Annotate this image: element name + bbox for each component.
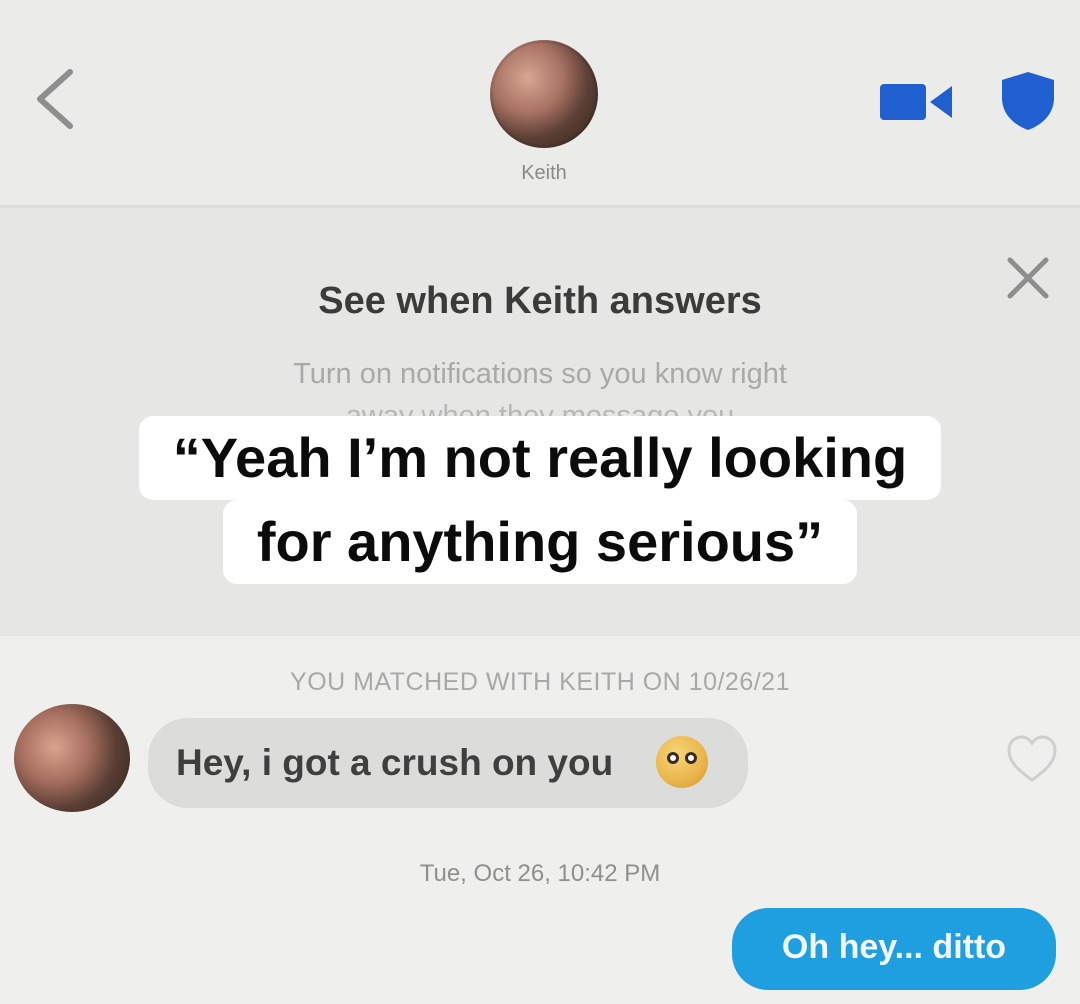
banner-title: See when Keith answers: [318, 280, 762, 322]
message-timestamp: Tue, Oct 26, 10:42 PM: [419, 860, 661, 887]
caption-line-1: “Yeah I’m not really looking: [138, 416, 942, 500]
outgoing-message-text: Oh hey... ditto: [781, 928, 1007, 966]
back-button[interactable]: [28, 66, 88, 132]
incoming-message-text: Hey, i got a crush on you: [176, 742, 614, 783]
like-message-button[interactable]: [1006, 734, 1058, 784]
match-note: YOU MATCHED WITH KEITH ON 10/26/21: [290, 668, 790, 696]
safety-shield-button[interactable]: [1000, 70, 1056, 132]
shield-icon: [1002, 72, 1054, 130]
banner-subtitle: Turn on notifications so you know right: [293, 358, 787, 390]
contact-avatar[interactable]: [490, 40, 598, 148]
video-call-button[interactable]: [880, 80, 952, 124]
sender-avatar[interactable]: [14, 704, 130, 812]
caption-line-2: for anything serious”: [222, 500, 858, 584]
flushed-face-emoji-icon: [656, 736, 708, 788]
heart-icon: [1007, 735, 1057, 782]
chevron-left-icon: [37, 69, 73, 129]
contact-name: Keith: [521, 162, 567, 184]
video-camera-icon: [880, 84, 952, 120]
overlay-caption: “Yeah I’m not really looking for anythin…: [0, 416, 1080, 584]
